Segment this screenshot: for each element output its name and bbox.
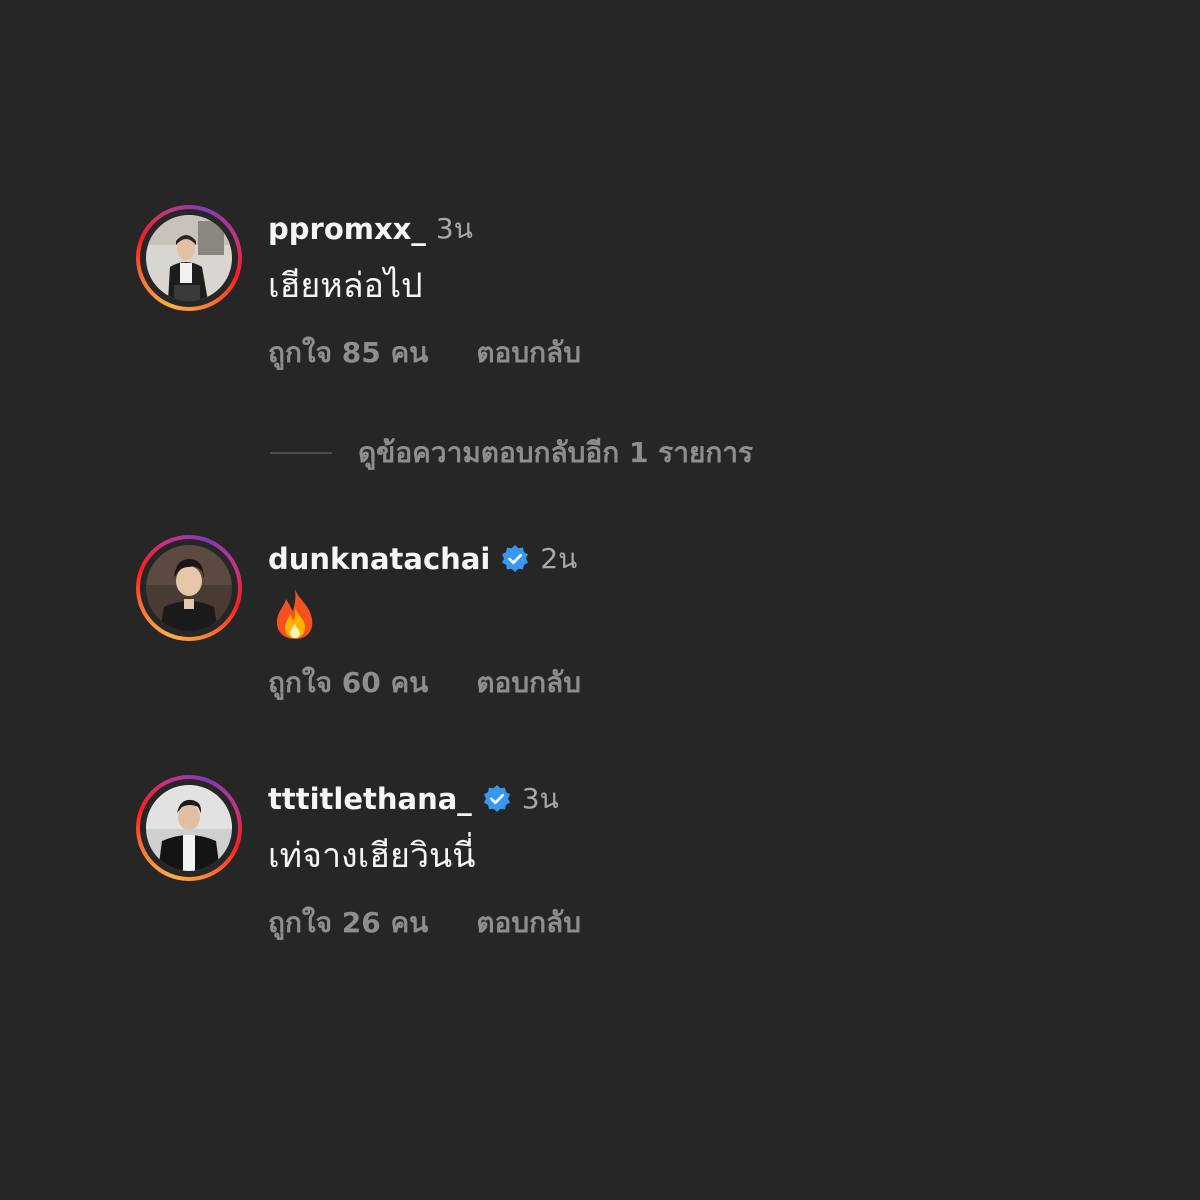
comment-text: เท่จางเฮียวินนี่ (268, 836, 476, 876)
comment-actions: ถูกใจ 26 คน ตอบกลับ (268, 901, 581, 945)
avatar[interactable] (146, 545, 232, 631)
comment-header: tttitlethana_ 3น (268, 779, 559, 819)
avatar-image (146, 545, 232, 631)
username[interactable]: dunknatachai (268, 542, 490, 576)
view-replies-label: ดูข้อความตอบกลับอีก 1 รายการ (358, 436, 754, 469)
likes-count[interactable]: ถูกใจ 85 คน (268, 331, 428, 375)
timestamp: 2น (540, 542, 578, 575)
comment-item: tttitlethana_ 3น เท่จางเฮียวินนี่ ถูกใจ … (136, 775, 1036, 939)
avatar[interactable] (146, 785, 232, 871)
avatar-story-ring[interactable] (136, 205, 242, 311)
likes-count[interactable]: ถูกใจ 26 คน (268, 901, 428, 945)
timestamp: 3น (435, 212, 473, 245)
fire-emoji-icon (272, 587, 318, 641)
comment-header: dunknatachai 2น (268, 539, 577, 579)
comment-actions: ถูกใจ 60 คน ตอบกลับ (268, 661, 581, 705)
username[interactable]: ppromxx_ (268, 212, 426, 246)
comment-item: ppromxx_ 3น เฮียหล่อไป ถูกใจ 85 คน ตอบกล… (136, 205, 1036, 369)
reply-button[interactable]: ตอบกลับ (476, 901, 581, 945)
comment-actions: ถูกใจ 85 คน ตอบกลับ (268, 331, 581, 375)
avatar-image (146, 215, 232, 301)
verified-badge-icon (500, 544, 530, 574)
reply-button[interactable]: ตอบกลับ (476, 661, 581, 705)
comment-text: เฮียหล่อไป (268, 266, 423, 306)
likes-count[interactable]: ถูกใจ 60 คน (268, 661, 428, 705)
verified-badge-icon (482, 784, 512, 814)
view-replies-button[interactable]: ดูข้อความตอบกลับอีก 1 รายการ (270, 433, 753, 473)
avatar-image (146, 785, 232, 871)
replies-divider (270, 452, 332, 454)
avatar-story-ring[interactable] (136, 535, 242, 641)
timestamp: 3น (521, 782, 559, 815)
comment-item: dunknatachai 2น ถูกใจ 60 คน ตอบกลับ (136, 535, 1036, 699)
comments-panel: ppromxx_ 3น เฮียหล่อไป ถูกใจ 85 คน ตอบกล… (0, 0, 1200, 1200)
username[interactable]: tttitlethana_ (268, 782, 472, 816)
comment-header: ppromxx_ 3น (268, 209, 473, 249)
avatar-story-ring[interactable] (136, 775, 242, 881)
avatar[interactable] (146, 215, 232, 301)
reply-button[interactable]: ตอบกลับ (476, 331, 581, 375)
